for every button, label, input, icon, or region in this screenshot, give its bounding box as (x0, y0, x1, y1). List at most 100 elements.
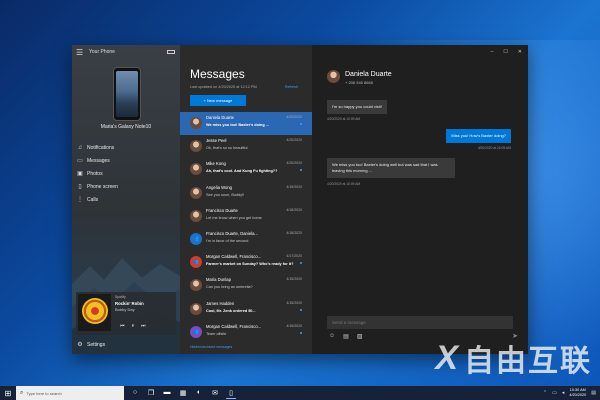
network-icon[interactable]: ▭ (552, 390, 557, 396)
your-phone-taskbar-icon[interactable]: ▯ (226, 388, 236, 399)
watermark-mark: X (435, 338, 458, 377)
conversation-item[interactable]: Angelia Wong 4/19/2020 See you soon, Buddy… (180, 182, 312, 205)
conversation-preview: Team offsite (206, 331, 227, 336)
conversation-item[interactable]: Francisco Duarte 4/18/2020 Let me know whe… (180, 205, 312, 228)
phone-image (113, 67, 141, 121)
group-icon: 👥 (192, 259, 200, 266)
media-controls: ⏮ ⏸ ⏭ (120, 323, 146, 329)
taskbar-search[interactable]: ⌕ Type here to search (16, 386, 124, 400)
conversation-name: Morgan Caldwell, Francisco... (206, 254, 262, 260)
message-input[interactable] (327, 316, 513, 329)
nav-item-messages[interactable]: ▭ Messages (72, 154, 180, 167)
conversation-item[interactable]: Jesse Peel 4/20/2020 Ok, that's so so beau… (180, 135, 312, 158)
album-art (78, 294, 111, 331)
search-icon: ⌕ (20, 389, 24, 396)
message-bubble-incoming: We miss you too! Baxter's doing well but… (327, 158, 455, 178)
conversation-item[interactable]: Daniela Duarte 4/20/2020 We miss you too! … (180, 112, 312, 136)
media-app-name: Spotify (115, 295, 126, 299)
mail-icon[interactable]: ✉ (210, 388, 220, 398)
nav-label: Calls (87, 196, 99, 203)
conversation-name: Jesse Peel (206, 138, 227, 144)
conversation-item[interactable]: 👥 Morgan Caldwell, Francisco... 4/17/2020 F… (180, 251, 312, 274)
group-icon: 👥 (192, 235, 200, 242)
maximize-icon[interactable]: ☐ (503, 49, 507, 55)
last-updated-text: Last updated on 4/20/2020 at 12:12 PM (190, 85, 257, 89)
close-icon[interactable]: ✕ (518, 49, 522, 55)
avatar (190, 117, 202, 129)
settings-button[interactable]: ⚙ Settings (76, 341, 106, 349)
conversation-preview: See you soon, Buddy!! (206, 192, 245, 197)
conversation-name: Maria Dunlap (206, 277, 231, 283)
conversation-date: 4/15/2020 (286, 277, 302, 282)
cortana-icon[interactable]: ○ (130, 388, 140, 398)
app-title: Your Phone (89, 49, 115, 55)
hamburger-menu-icon[interactable]: ☰ (76, 48, 85, 57)
nav-item-calls[interactable]: ⋮ Calls (72, 193, 180, 206)
minimize-icon[interactable]: – (491, 49, 494, 55)
task-view-icon[interactable]: ❐ (146, 388, 156, 398)
watermark: X 自由互联 (435, 336, 592, 380)
window-controls: – ☐ ✕ (491, 49, 522, 55)
store-icon[interactable]: ▦ (178, 388, 188, 398)
refresh-link[interactable]: Refresh (285, 85, 298, 89)
conversation-name: Francisco Duarte (206, 207, 238, 213)
conversation-preview: Can you bring an umbrella? (206, 285, 253, 290)
conversation-item[interactable]: 👥 Francisco Duarte, Daniela... 4/18/2020 I'… (180, 228, 312, 251)
message-timestamp: 4/20/2020 at 10:09 AM (477, 146, 511, 150)
nav-label: Messages (87, 157, 110, 164)
avatar: 👥 (190, 256, 202, 269)
avatar (190, 186, 202, 199)
conversation-preview: Ah, that's cool. And Kung Fu fighting?? (206, 169, 278, 174)
unread-indicator (300, 169, 302, 172)
gif-icon[interactable]: ▤ (343, 333, 349, 340)
volume-icon[interactable]: ◂ (562, 390, 565, 396)
clock[interactable]: 10:30 AM 4/20/2020 (569, 388, 586, 398)
conversation-item[interactable]: 👥 Morgan Caldwell, Francisco... 4/15/2020 T… (180, 321, 312, 344)
conversation-preview: Let me know when you get home (206, 215, 262, 220)
conversation-preview: Farmer's market on Sunday? Who's ready f… (206, 262, 294, 267)
conversation-date: 4/15/2020 (286, 300, 302, 305)
conversation-name: Francisco Duarte, Daniela... (206, 230, 258, 236)
app-titlebar: ☰ Your Phone (72, 45, 180, 59)
conversation-date: 4/18/2020 (286, 230, 302, 235)
file-explorer-icon[interactable]: ▬ (162, 388, 172, 398)
nav-label: Phone screen (87, 183, 118, 190)
conversation-date: 4/18/2020 (286, 207, 302, 212)
conversation-item[interactable]: Maria Dunlap 4/15/2020 Can you bring an um… (180, 274, 312, 297)
taskbar-apps: ○ ❐ ▬ ▦ ◐ ✉ ▯ (130, 388, 236, 399)
media-artist: Bobby Day (115, 307, 135, 312)
phone-screen-icon: ▯ (78, 184, 82, 190)
settings-label: Settings (87, 341, 106, 348)
next-track-icon[interactable]: ⏭ (141, 323, 146, 329)
nav-item-phone-screen[interactable]: ▯ Phone screen (72, 180, 180, 193)
windows-start-icon[interactable]: ⊞ (0, 386, 16, 400)
conversation-preview: We miss you too! Baxter's doing ... (206, 123, 269, 127)
device-name: Maria's Galaxy Note10 (100, 124, 152, 130)
left-pane: ☰ Your Phone Maria's Galaxy Note10 ♫ Not… (72, 45, 180, 354)
unread-indicator (300, 308, 302, 311)
emoji-icon[interactable]: ☺ (329, 333, 335, 340)
taskbar: ⊞ ⌕ Type here to search ○ ❐ ▬ ▦ ◐ ✉ ▯ ⌃ … (0, 386, 600, 400)
contact-avatar (327, 70, 340, 83)
conversation-item[interactable]: Mike Kong 4/20/2020 Ah, that's cool. And K… (180, 158, 312, 181)
unread-indicator (300, 123, 302, 125)
new-message-button[interactable]: + New message (190, 95, 246, 106)
conversation-name: Angelia Wong (206, 184, 232, 190)
archived-messages-link[interactable]: Hidden/archived messages (190, 345, 232, 349)
message-bubble-outgoing: Miss you! How's Baxter doing? (446, 129, 511, 143)
conversation-date: 4/15/2020 (286, 323, 302, 328)
image-icon[interactable]: ▨ (357, 333, 363, 340)
avatar (190, 209, 202, 222)
conversation-date: 4/17/2020 (286, 254, 302, 259)
chevron-up-icon[interactable]: ⌃ (543, 390, 547, 396)
previous-track-icon[interactable]: ⏮ (120, 323, 125, 329)
nav-item-photos[interactable]: ▣ Photos (72, 167, 180, 180)
conversation-item[interactable]: James Hadden 4/15/2020 Cool, Mr. Zenk orde… (180, 298, 312, 321)
edge-icon[interactable]: ◐ (194, 388, 204, 398)
notification-center-icon[interactable]: ▤ (591, 390, 596, 396)
avatar (190, 279, 202, 292)
pause-icon[interactable]: ⏸ (132, 323, 135, 329)
nav-item-notifications[interactable]: ♫ Notifications (72, 141, 180, 154)
conversation-name: Morgan Caldwell, Francisco... (206, 323, 262, 329)
conversation-preview: Cool, Mr. Zenk ordered 50... (206, 308, 256, 313)
